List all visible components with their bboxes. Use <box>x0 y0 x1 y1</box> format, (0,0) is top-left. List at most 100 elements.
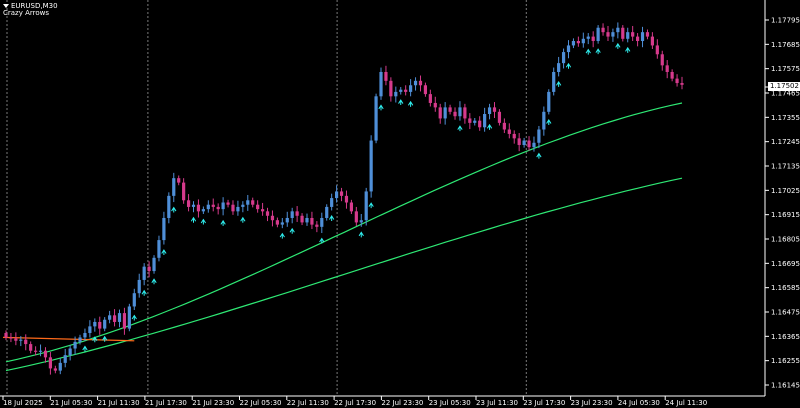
candle-body <box>117 313 122 322</box>
candle-body <box>458 107 462 117</box>
candle-body <box>453 111 457 117</box>
candle-body <box>364 191 368 221</box>
y-tick-label: 1.17245 <box>771 138 800 146</box>
indicator-label: Crazy Arrows <box>3 9 50 17</box>
candle-body <box>93 321 97 327</box>
candle-body <box>300 215 304 223</box>
candle-body <box>334 191 339 199</box>
candle-body <box>389 80 393 97</box>
candle-body <box>606 32 610 37</box>
x-tick-label: 21 Jul 23:30 <box>192 399 234 407</box>
candle-body <box>305 217 309 223</box>
candle-body <box>53 368 57 371</box>
candle-body <box>522 140 526 145</box>
candle-body <box>265 211 270 216</box>
x-tick-label: 22 Jul 23:30 <box>381 399 423 407</box>
candle-body <box>596 27 600 42</box>
candle-body <box>147 266 151 272</box>
price-chart[interactable]: 1.177951.176851.175751.174651.173551.172… <box>0 0 800 408</box>
candle-body <box>122 313 127 329</box>
candle-body <box>561 52 566 64</box>
candle-body <box>468 118 472 123</box>
candle-body <box>487 107 492 115</box>
candle-body <box>512 133 516 139</box>
x-tick-label: 23 Jul 23:30 <box>571 399 613 407</box>
candle-body <box>256 204 260 210</box>
candle-body <box>478 120 482 128</box>
candle-body <box>24 339 28 345</box>
y-tick-label: 1.17355 <box>771 114 800 122</box>
candle-body <box>191 204 196 207</box>
candle-body <box>196 204 201 212</box>
candle-body <box>399 89 403 92</box>
candle-body <box>463 107 467 119</box>
candle-body <box>591 36 595 42</box>
candle-body <box>645 32 650 37</box>
candle-body <box>552 71 556 92</box>
candle-body <box>186 200 191 207</box>
candle-body <box>433 102 437 108</box>
candle-body <box>384 71 388 81</box>
candle-body <box>369 140 373 192</box>
y-tick-label: 1.16915 <box>771 211 800 219</box>
candle-body <box>142 266 146 280</box>
x-tick-label: 23 Jul 17:30 <box>523 399 565 407</box>
candle-body <box>88 326 92 334</box>
candle-body <box>576 41 580 44</box>
candle-body <box>483 114 487 128</box>
candle-body <box>339 191 344 196</box>
candle-body <box>172 178 176 196</box>
candle-body <box>438 107 442 119</box>
candle-body <box>527 140 531 148</box>
y-tick-label: 1.17135 <box>771 163 800 171</box>
candle-body <box>675 78 679 84</box>
x-tick-label: 22 Jul 05:30 <box>240 399 282 407</box>
y-tick-label: 1.17685 <box>771 41 800 49</box>
candle-body <box>83 333 87 338</box>
candle-body <box>226 202 230 205</box>
candle-body <box>473 120 477 123</box>
candle-body <box>221 202 225 210</box>
candle-body <box>581 38 585 44</box>
candle-body <box>443 107 447 119</box>
candle-body <box>344 195 349 203</box>
candle-body <box>532 142 536 148</box>
candle-body <box>655 45 659 55</box>
y-tick-label: 1.17575 <box>771 65 800 73</box>
candle-body <box>157 240 161 258</box>
candle-body <box>665 65 669 72</box>
candle-body <box>680 83 684 85</box>
candle-body <box>635 36 640 42</box>
y-tick-label: 1.16365 <box>771 333 800 341</box>
candle-body <box>507 129 511 134</box>
x-tick-label: 24 Jul 11:30 <box>665 399 707 407</box>
candle-body <box>330 198 334 207</box>
candle-body <box>73 341 77 349</box>
candle-body <box>216 206 220 210</box>
candle-body <box>542 111 546 130</box>
candle-body <box>320 217 324 227</box>
candle-body <box>241 204 245 207</box>
candle-body <box>394 91 398 97</box>
candle-body <box>325 206 329 218</box>
candle-body <box>379 71 383 97</box>
candle-body <box>38 350 43 352</box>
x-tick-label: 18 Jul 2025 <box>3 399 43 407</box>
candle-body <box>492 107 497 112</box>
x-tick-label: 21 Jul 17:30 <box>145 399 187 407</box>
candle-body <box>601 27 605 33</box>
candle-body <box>517 138 521 145</box>
candle-body <box>310 217 314 225</box>
candle-body <box>537 129 541 143</box>
y-tick-label: 1.16585 <box>771 284 800 292</box>
candle-body <box>127 306 131 329</box>
candle-body <box>349 202 354 212</box>
candle-body <box>640 32 645 42</box>
x-tick-label: 23 Jul 11:30 <box>476 399 518 407</box>
candle-body <box>112 315 117 322</box>
candle-body <box>9 337 13 339</box>
candle-body <box>63 355 67 363</box>
candle-body <box>295 211 299 216</box>
collapse-triangle-icon[interactable] <box>3 4 9 8</box>
candle-body <box>616 27 620 33</box>
